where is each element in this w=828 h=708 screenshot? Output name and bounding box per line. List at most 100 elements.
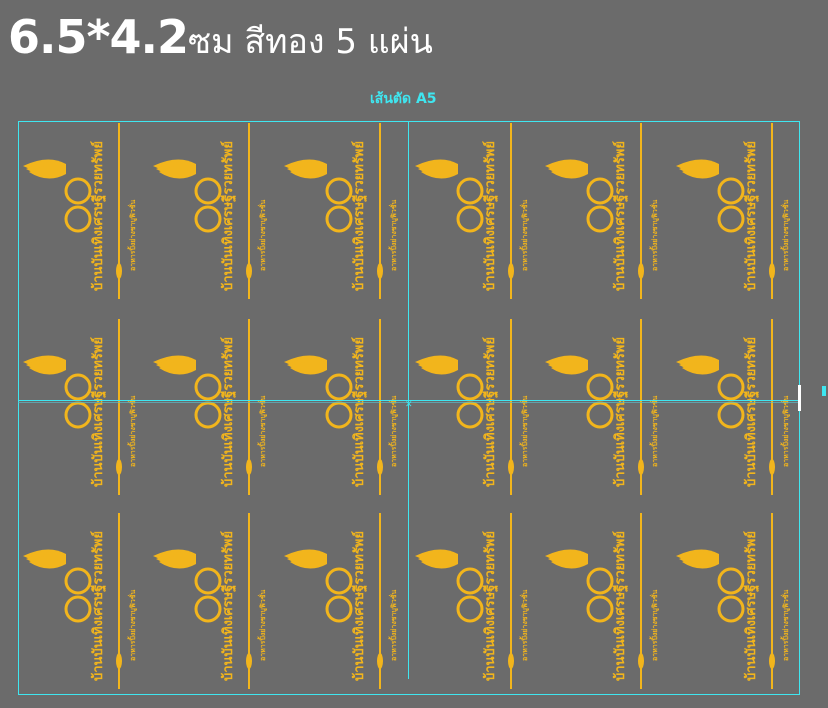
sticker-artwork: บ้านบันเทิงเศรษฐีรวยทรัพย์ อาหารปิ้งย่างช…	[23, 123, 138, 299]
logo-emblem-icon	[456, 567, 484, 623]
sticker-artwork: บ้านบันเทิงเศรษฐีรวยทรัพย์ อาหารปิ้งย่างช…	[415, 513, 530, 689]
sticker-artwork: บ้านบันเทิงเศรษฐีรวยทรัพย์ อาหารปิ้งย่างช…	[23, 319, 138, 495]
logo-emblem-icon	[194, 567, 222, 623]
sticker-artwork: บ้านบันเทิงเศรษฐีรวยทรัพย์ อาหารปิ้งย่างช…	[676, 123, 791, 299]
sticker-label: บ้านบันเทิงเศรษฐีรวยทรัพย์ อาหารปิ้งย่างช…	[540, 121, 665, 307]
sticker-artwork: บ้านบันเทิงเศรษฐีรวยทรัพย์ อาหารปิ้งย่างช…	[415, 319, 530, 495]
sticker-main-text: บ้านบันเทิงเศรษฐีรวยทรัพย์	[482, 141, 499, 291]
sticker-label: บ้านบันเทิงเศรษฐีรวยทรัพย์ อาหารปิ้งย่างช…	[279, 511, 404, 697]
tassel-icon	[415, 355, 458, 375]
tassel-icon	[23, 355, 66, 375]
sticker-sub-text: อาหารปิ้งย่างชาบูฟิวชั่น	[126, 589, 138, 661]
sticker-artwork: บ้านบันเทิงเศรษฐีรวยทรัพย์ อาหารปิ้งย่างช…	[153, 319, 268, 495]
sticker-sub-text: อาหารปิ้งย่างชาบูฟิวชั่น	[126, 395, 138, 467]
sticker-artwork: บ้านบันเทิงเศรษฐีรวยทรัพย์ อาหารปิ้งย่างช…	[284, 513, 399, 689]
sticker-main-text: บ้านบันเทิงเศรษฐีรวยทรัพย์	[90, 337, 107, 487]
sticker-main-text: บ้านบันเทิงเศรษฐีรวยทรัพย์	[482, 337, 499, 487]
sticker-label: บ้านบันเทิงเศรษฐีรวยทรัพย์ อาหารปิ้งย่างช…	[279, 317, 404, 503]
tassel-icon	[153, 355, 196, 375]
sticker-sub-text: อาหารปิ้งย่างชาบูฟิวชั่น	[518, 199, 530, 271]
sticker-main-text: บ้านบันเทิงเศรษฐีรวยทรัพย์	[743, 141, 760, 291]
sticker-main-text: บ้านบันเทิงเศรษฐีรวยทรัพย์	[351, 141, 368, 291]
sticker-sub-text: อาหารปิ้งย่างชาบูฟิวชั่น	[779, 199, 791, 271]
logo-emblem-icon	[64, 177, 92, 233]
title-size: 6.5*4.2	[8, 10, 189, 64]
sticker-main-text: บ้านบันเทิงเศรษฐีรวยทรัพย์	[743, 531, 760, 681]
tassel-icon	[545, 549, 588, 569]
sticker-label: บ้านบันเทิงเศรษฐีรวยทรัพย์ อาหารปิ้งย่างช…	[148, 511, 273, 697]
logo-emblem-icon	[194, 373, 222, 429]
logo-emblem-icon	[325, 567, 353, 623]
ornament-icon	[246, 263, 252, 279]
sticker-sub-text: อาหารปิ้งย่างชาบูฟิวชั่น	[518, 395, 530, 467]
tassel-icon	[23, 159, 66, 179]
sticker-sub-text: อาหารปิ้งย่างชาบูฟิวชั่น	[648, 395, 660, 467]
sticker-sub-text: อาหารปิ้งย่างชาบูฟิวชั่น	[126, 199, 138, 271]
sticker-label: บ้านบันเทิงเศรษฐีรวยทรัพย์ อาหารปิ้งย่างช…	[671, 317, 796, 503]
sticker-main-text: บ้านบันเทิงเศรษฐีรวยทรัพย์	[220, 141, 237, 291]
logo-emblem-icon	[64, 373, 92, 429]
sticker-sub-text: อาหารปิ้งย่างชาบูฟิวชั่น	[256, 199, 268, 271]
sticker-main-text: บ้านบันเทิงเศรษฐีรวยทรัพย์	[612, 531, 629, 681]
sticker-artwork: บ้านบันเทิงเศรษฐีรวยทรัพย์ อาหารปิ้งย่างช…	[153, 123, 268, 299]
sticker-sub-text: อาหารปิ้งย่างชาบูฟิวชั่น	[518, 589, 530, 661]
cut-line-label: เส้นตัด A5	[370, 91, 437, 107]
ornament-icon	[116, 653, 122, 669]
logo-emblem-icon	[586, 177, 614, 233]
logo-emblem-icon	[64, 567, 92, 623]
sticker-artwork: บ้านบันเทิงเศรษฐีรวยทรัพย์ อาหารปิ้งย่างช…	[415, 123, 530, 299]
sticker-label: บ้านบันเทิงเศรษฐีรวยทรัพย์ อาหารปิ้งย่างช…	[279, 121, 404, 307]
sticker-label: บ้านบันเทิงเศรษฐีรวยทรัพย์ อาหารปิ้งย่างช…	[148, 317, 273, 503]
sticker-label: บ้านบันเทิงเศรษฐีรวยทรัพย์ อาหารปิ้งย่างช…	[18, 121, 143, 307]
sticker-label: บ้านบันเทิงเศรษฐีรวยทรัพย์ อาหารปิ้งย่างช…	[540, 511, 665, 697]
ornament-icon	[638, 459, 644, 475]
sticker-artwork: บ้านบันเทิงเศรษฐีรวยทรัพย์ อาหารปิ้งย่างช…	[545, 123, 660, 299]
sticker-label: บ้านบันเทิงเศรษฐีรวยทรัพย์ อาหารปิ้งย่างช…	[18, 511, 143, 697]
sticker-main-text: บ้านบันเทิงเศรษฐีรวยทรัพย์	[612, 337, 629, 487]
sticker-label: บ้านบันเทิงเศรษฐีรวยทรัพย์ อาหารปิ้งย่างช…	[540, 317, 665, 503]
sticker-main-text: บ้านบันเทิงเศรษฐีรวยทรัพย์	[482, 531, 499, 681]
sticker-label: บ้านบันเทิงเศรษฐีรวยทรัพย์ อาหารปิ้งย่างช…	[410, 511, 535, 697]
sticker-main-text: บ้านบันเทิงเศรษฐีรวยทรัพย์	[90, 531, 107, 681]
sticker-main-text: บ้านบันเทิงเศรษฐีรวยทรัพย์	[220, 531, 237, 681]
sticker-main-text: บ้านบันเทิงเศรษฐีรวยทรัพย์	[743, 337, 760, 487]
tassel-icon	[284, 159, 327, 179]
sticker-artwork: บ้านบันเทิงเศรษฐีรวยทรัพย์ อาหารปิ้งย่างช…	[676, 319, 791, 495]
ornament-icon	[377, 263, 383, 279]
tassel-icon	[676, 355, 719, 375]
tassel-icon	[284, 549, 327, 569]
sticker-label: บ้านบันเทิงเศรษฐีรวยทรัพย์ อาหารปิ้งย่างช…	[410, 317, 535, 503]
sheet-edge-marker	[798, 385, 801, 411]
ornament-icon	[638, 653, 644, 669]
sticker-main-text: บ้านบันเทิงเศรษฐีรวยทรัพย์	[351, 337, 368, 487]
logo-emblem-icon	[456, 373, 484, 429]
ornament-icon	[377, 459, 383, 475]
sticker-sub-text: อาหารปิ้งย่างชาบูฟิวชั่น	[387, 395, 399, 467]
tassel-icon	[153, 549, 196, 569]
sticker-main-text: บ้านบันเทิงเศรษฐีรวยทรัพย์	[351, 531, 368, 681]
sticker-sub-text: อาหารปิ้งย่างชาบูฟิวชั่น	[387, 589, 399, 661]
logo-emblem-icon	[717, 177, 745, 233]
logo-emblem-icon	[586, 567, 614, 623]
sticker-sub-text: อาหารปิ้งย่างชาบูฟิวชั่น	[779, 589, 791, 661]
tassel-icon	[545, 355, 588, 375]
tassel-icon	[23, 549, 66, 569]
sticker-sub-text: อาหารปิ้งย่างชาบูฟิวชั่น	[648, 199, 660, 271]
logo-emblem-icon	[325, 177, 353, 233]
ornament-icon	[769, 263, 775, 279]
sticker-label: บ้านบันเทิงเศรษฐีรวยทรัพย์ อาหารปิ้งย่างช…	[671, 511, 796, 697]
guide-handle-icon[interactable]	[822, 386, 826, 396]
sticker-sub-text: อาหารปิ้งย่างชาบูฟิวชั่น	[779, 395, 791, 467]
sticker-artwork: บ้านบันเทิงเศรษฐีรวยทรัพย์ อาหารปิ้งย่างช…	[545, 513, 660, 689]
tassel-icon	[415, 159, 458, 179]
sticker-artwork: บ้านบันเทิงเศรษฐีรวยทรัพย์ อาหารปิ้งย่างช…	[284, 123, 399, 299]
ornament-icon	[508, 263, 514, 279]
ornament-icon	[246, 653, 252, 669]
sticker-sub-text: อาหารปิ้งย่างชาบูฟิวชั่น	[387, 199, 399, 271]
sticker-main-text: บ้านบันเทิงเศรษฐีรวยทรัพย์	[90, 141, 107, 291]
sticker-label: บ้านบันเทิงเศรษฐีรวยทรัพย์ อาหารปิ้งย่างช…	[410, 121, 535, 307]
tassel-icon	[676, 159, 719, 179]
sticker-sub-text: อาหารปิ้งย่างชาบูฟิวชั่น	[648, 589, 660, 661]
tassel-icon	[284, 355, 327, 375]
logo-emblem-icon	[456, 177, 484, 233]
